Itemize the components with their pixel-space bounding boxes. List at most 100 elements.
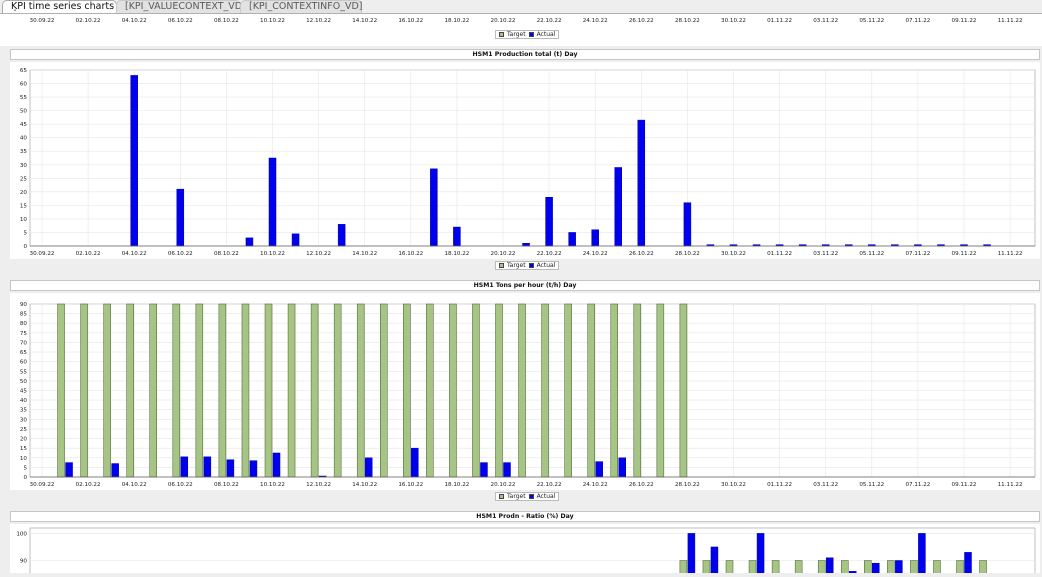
x-tick-label: 04.10.22 xyxy=(122,18,147,24)
x-tick-label: 11.11.22 xyxy=(998,18,1023,24)
y-tick-label: 50 xyxy=(20,379,28,385)
y-tick-label: 25 xyxy=(20,427,28,433)
target-bar xyxy=(472,303,480,478)
actual-bar xyxy=(430,168,438,247)
actual-bar xyxy=(337,224,346,247)
chart-title-text: HSM1 Tons per hour (t/h) Day xyxy=(473,282,577,289)
tab-kpi-time-series-charts[interactable]: KPI time series charts xyxy=(2,0,117,13)
actual-bar xyxy=(249,460,258,478)
tab-label: [KPI_VALUECONTEXT_VD] xyxy=(125,1,246,12)
y-tick-label: 35 xyxy=(20,408,28,414)
chart-title-tons-per-hour: HSM1 Tons per hour (t/h) Day xyxy=(10,280,1040,291)
legend-actual-label: Actual xyxy=(536,262,556,269)
y-tick-label: 80 xyxy=(20,321,28,327)
plot-area xyxy=(29,527,1036,577)
y-tick-label: 20 xyxy=(20,437,28,443)
legend-previous-chart: Target Actual xyxy=(495,30,560,39)
tons-per-hour-chart-svg: 0 5 10 15 20 25 30 35 40 45 50 55 60 65 70 75 80 85 90 30.0… xyxy=(20,302,1036,488)
actual-bar xyxy=(245,237,254,247)
x-tick-label: 30.10.22 xyxy=(721,18,746,24)
y-tick-label: 90 xyxy=(20,302,28,308)
y-tick-label: 45 xyxy=(20,389,28,395)
chart-panel-tons-per-hour: 0 5 10 15 20 25 30 35 40 45 50 55 60 65 70 75 80 85 90 30.0… xyxy=(10,293,1040,490)
x-tick-label: 28.10.22 xyxy=(675,482,700,488)
x-tick-label: 12.10.22 xyxy=(306,18,331,24)
target-bar xyxy=(310,303,319,478)
x-tick-label: 12.10.22 xyxy=(306,251,331,257)
x-tick-label: 18.10.22 xyxy=(444,482,469,488)
actual-bar xyxy=(268,157,277,247)
legend-production-total: Target Actual xyxy=(495,261,560,270)
actual-bar xyxy=(614,167,622,247)
target-bar xyxy=(794,560,803,577)
target-bar xyxy=(149,303,157,478)
actual-bar xyxy=(618,457,626,478)
target-bar xyxy=(218,303,227,478)
x-tick-label: 05.11.22 xyxy=(859,482,884,488)
actual-swatch-icon xyxy=(528,32,534,37)
y-tick-label: 30 xyxy=(20,417,28,423)
legend-target-label: Target xyxy=(507,31,526,38)
x-tick-label: 22.10.22 xyxy=(537,251,562,257)
y-tick-label: 0 xyxy=(23,475,27,481)
x-tick-label: 05.11.22 xyxy=(859,18,884,24)
x-tick-label: 04.10.22 xyxy=(122,482,147,488)
tab-kpi-contextinfo[interactable]: [KPI_CONTEXTINFO_VD] xyxy=(240,0,363,13)
x-tick-label: 10.10.22 xyxy=(260,18,285,24)
y-tick-label: 90 xyxy=(20,559,28,565)
target-bar xyxy=(864,560,872,577)
y-tick-label: 55 xyxy=(20,95,28,101)
target-swatch-icon xyxy=(499,494,504,499)
prodn-ratio-chart-svg: 8090100 xyxy=(16,527,1036,577)
target-bar xyxy=(679,303,688,478)
x-tick-label: 30.09.22 xyxy=(30,482,55,488)
x-tick-label: 18.10.22 xyxy=(444,18,469,24)
target-bar xyxy=(426,303,434,478)
actual-bar xyxy=(710,546,719,577)
actual-bar xyxy=(683,202,692,247)
legend-target-label: Target xyxy=(507,262,526,269)
actual-bar xyxy=(964,552,972,577)
y-tick-label: 45 xyxy=(20,122,28,128)
x-tick-label: 08.10.22 xyxy=(214,18,239,24)
x-tick-label: 10.10.22 xyxy=(260,482,285,488)
y-tick-label: 10 xyxy=(20,217,28,223)
y-tick-label: 70 xyxy=(20,340,28,346)
actual-bar xyxy=(503,462,511,478)
actual-bar xyxy=(364,457,373,478)
actual-bar xyxy=(176,188,185,247)
actual-bar xyxy=(522,243,530,247)
target-bar xyxy=(748,560,757,577)
x-tick-label: 22.10.22 xyxy=(537,18,562,24)
y-tick-label: 85 xyxy=(20,312,28,318)
y-tick-label: 65 xyxy=(20,68,28,74)
x-tick-label: 06.10.22 xyxy=(168,18,193,24)
target-bar xyxy=(172,303,181,478)
x-tick-label: 30.09.22 xyxy=(30,18,55,24)
y-tick-label: 5 xyxy=(23,230,27,236)
chart-title-text: HSM1 Production total (t) Day xyxy=(472,51,578,58)
y-tick-label: 0 xyxy=(23,244,27,250)
actual-bar xyxy=(453,226,461,247)
x-tick-label: 22.10.22 xyxy=(537,482,562,488)
y-tick-label: 30 xyxy=(20,163,28,169)
x-tick-label: 30.10.22 xyxy=(721,482,746,488)
actual-swatch-icon xyxy=(528,494,534,499)
x-tick-label: 12.10.22 xyxy=(306,482,331,488)
x-tick-label: 26.10.22 xyxy=(629,251,654,257)
x-tick-label: 10.10.22 xyxy=(260,251,285,257)
target-bar xyxy=(841,560,849,577)
actual-bar xyxy=(291,233,300,247)
x-tick-label: 11.11.22 xyxy=(998,482,1023,488)
target-bar xyxy=(610,303,618,478)
actual-bar xyxy=(637,119,646,247)
x-tick-label: 04.10.22 xyxy=(122,251,147,257)
target-bar xyxy=(910,560,918,577)
legend-tons-per-hour: Target Actual xyxy=(495,492,560,501)
target-bar xyxy=(679,560,688,577)
tab-kpi-valuecontext[interactable]: [KPI_VALUECONTEXT_VD] xyxy=(116,0,246,13)
legend-actual-label: Actual xyxy=(536,31,556,38)
y-tick-label: 15 xyxy=(20,203,28,209)
x-tick-label: 09.11.22 xyxy=(952,18,977,24)
target-bar xyxy=(287,303,296,478)
